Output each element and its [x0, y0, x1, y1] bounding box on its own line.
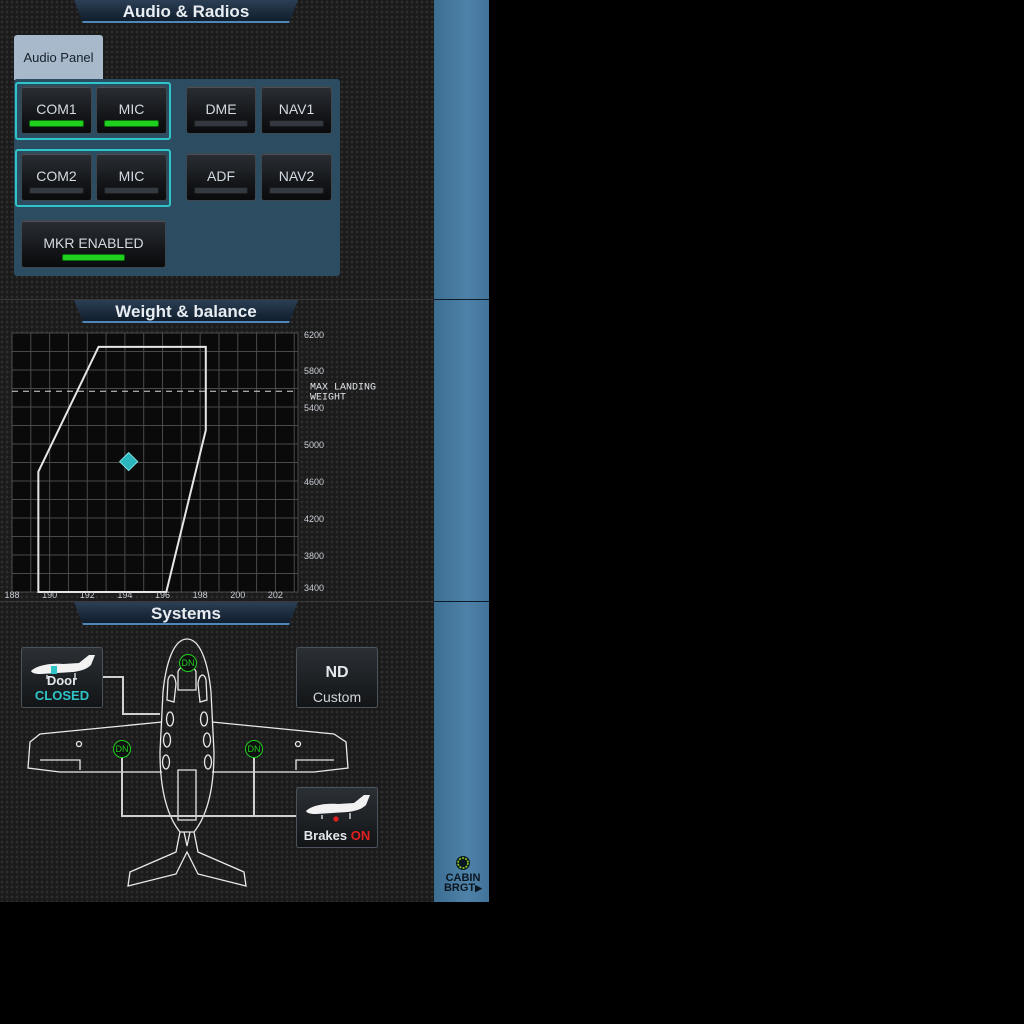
x-tick-label: 192: [80, 590, 95, 600]
weight-balance-chart: MAX LANDINGWEIGHT188 190 192 194 196 198 200 20…: [4, 330, 376, 600]
com1-mic-button[interactable]: MIC: [96, 86, 167, 134]
button-indicator: [29, 187, 84, 194]
cabin-brightness-control[interactable]: CABIN BRGT▶: [438, 854, 488, 896]
y-tick-label: 4600: [304, 477, 324, 487]
nav2-button[interactable]: NAV2: [261, 153, 332, 201]
brakes-label: Brakes: [303, 828, 348, 843]
button-label: ADF: [207, 168, 235, 184]
audio-radios-title: Audio & Radios: [74, 0, 298, 23]
door-connector: [103, 676, 160, 715]
button-label: NAV1: [278, 101, 315, 117]
max-landing-weight-label: WEIGHT: [310, 392, 346, 403]
right-wing: [211, 721, 349, 773]
mkr-enabled-button[interactable]: MKR ENABLED: [21, 220, 166, 268]
right-strip: [434, 0, 489, 902]
x-tick-label: 188: [4, 590, 19, 600]
button-label: COM2: [36, 168, 77, 184]
strip-divider: [434, 299, 489, 300]
y-tick-label: 4200: [304, 514, 324, 524]
x-tick-label: 194: [117, 590, 132, 600]
y-tick-label: 3800: [304, 551, 324, 561]
y-tick-label: 5800: [304, 366, 324, 376]
button-label: NAV2: [278, 168, 315, 184]
section-title: Weight & balance: [115, 301, 257, 321]
button-indicator: [269, 187, 324, 194]
com2-mic-button[interactable]: MIC: [96, 153, 167, 201]
right-wing-aileron: [295, 759, 334, 770]
cabin-outline: [177, 769, 197, 821]
nd-title: ND: [325, 664, 349, 681]
strip-divider: [434, 601, 489, 602]
tab-label: Audio Panel: [23, 50, 94, 65]
brightness-icon: [456, 856, 470, 870]
mfd-display: Audio & Radios Audio Panel COM1 MIC DME …: [0, 0, 489, 902]
play-arrow-icon: ▶: [475, 883, 483, 893]
brakes-status: ON: [350, 828, 371, 843]
y-tick-label: 5000: [304, 440, 324, 450]
left-gear-connector: [121, 755, 296, 817]
adf-button[interactable]: ADF: [186, 153, 256, 201]
button-label: DME: [205, 101, 237, 117]
nav1-button[interactable]: NAV1: [261, 86, 332, 134]
x-tick-label: 196: [155, 590, 170, 600]
button-label: MKR ENABLED: [43, 235, 144, 251]
com2-button[interactable]: COM2: [21, 153, 92, 201]
x-tick-label: 200: [230, 590, 245, 600]
nd-subtitle: Custom: [312, 689, 362, 705]
left-wing: [27, 721, 163, 773]
left-wing-aileron: [40, 759, 81, 770]
brakes-status-button[interactable]: Brakes ON: [296, 787, 378, 848]
left-gear-indicator: DN: [113, 740, 131, 758]
com1-button[interactable]: COM1: [21, 86, 92, 134]
button-indicator: [194, 187, 248, 194]
cockpit-window: [166, 674, 177, 703]
aircraft-icon: [306, 795, 370, 822]
x-tick-label: 198: [193, 590, 208, 600]
y-tick-label: 3400: [304, 583, 324, 593]
y-tick-label: 6200: [304, 330, 324, 340]
door-status: CLOSED: [34, 688, 90, 703]
button-label: MIC: [118, 168, 145, 184]
nd-custom-button[interactable]: ND Custom: [296, 647, 378, 708]
door-status-button[interactable]: Door CLOSED: [21, 647, 103, 708]
gear-status: DN: [181, 658, 195, 668]
tail: [127, 831, 247, 887]
button-indicator: [269, 120, 324, 127]
nose-gear-indicator: DN: [179, 654, 197, 672]
audio-radios-section: Audio & Radios Audio Panel COM1 MIC DME …: [0, 0, 434, 299]
x-tick-label: 190: [42, 590, 57, 600]
right-gear-indicator: DN: [245, 740, 263, 758]
gear-status: DN: [247, 744, 261, 754]
button-indicator: [29, 120, 84, 127]
systems-section: Systems DN DN DN Door CLOSED ND Custom B…: [0, 602, 434, 902]
button-label: COM1: [36, 101, 77, 117]
button-indicator: [104, 120, 159, 127]
y-tick-label: 5400: [304, 403, 324, 413]
cockpit-window: [197, 674, 208, 703]
weight-balance-title: Weight & balance: [74, 300, 298, 323]
dme-button[interactable]: DME: [186, 86, 256, 134]
weight-balance-section: MAX LANDING WEIGHT 188 190 192 194 196 198 200 20…: [0, 300, 434, 601]
section-title: Audio & Radios: [122, 1, 250, 21]
door-label: Door: [46, 673, 78, 688]
audio-panel-tab[interactable]: Audio Panel: [14, 35, 103, 80]
x-tick-label: 202: [268, 590, 283, 600]
button-indicator: [194, 120, 248, 127]
gear-status: DN: [115, 744, 129, 754]
button-indicator: [104, 187, 159, 194]
button-label: MIC: [118, 101, 145, 117]
button-indicator: [62, 254, 125, 261]
brgt-label: BRGT: [443, 882, 476, 894]
